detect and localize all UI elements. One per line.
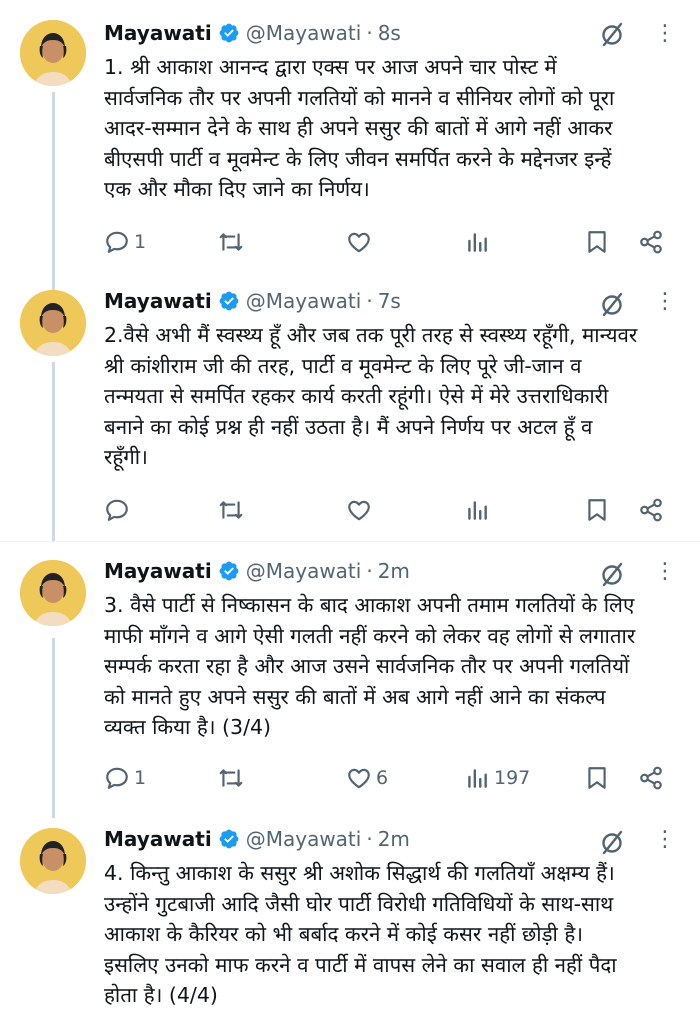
- repost-button[interactable]: [218, 494, 244, 526]
- verified-badge-icon: [218, 22, 240, 44]
- tweet-header: Mayawati @Mayawati · 2m: [104, 824, 410, 854]
- bookmark-button[interactable]: [584, 226, 610, 258]
- author-name[interactable]: Mayawati: [104, 559, 212, 583]
- tweet-text: 1. श्री आकाश आनन्द द्वारा एक्स पर आज अपन…: [104, 55, 615, 201]
- repost-icon: [218, 229, 244, 255]
- author-name[interactable]: Mayawati: [104, 289, 212, 313]
- tweet-header: Mayawati @Mayawati · 7s: [104, 286, 401, 316]
- like-count: 6: [376, 767, 389, 789]
- bookmark-button[interactable]: [584, 494, 610, 526]
- views-icon: [464, 765, 490, 791]
- author-handle[interactable]: @Mayawati: [246, 21, 362, 45]
- verified-badge-icon: [218, 290, 240, 312]
- verified-badge-icon: [218, 828, 240, 850]
- avatar[interactable]: [20, 290, 86, 356]
- timestamp[interactable]: 2m: [378, 559, 410, 583]
- share-icon: [638, 497, 664, 523]
- more-options-icon[interactable]: ⋮: [654, 558, 676, 586]
- avatar-image: [20, 828, 86, 894]
- author-handle[interactable]: @Mayawati: [246, 559, 362, 583]
- reply-button[interactable]: 1: [104, 226, 146, 258]
- repost-button[interactable]: [218, 226, 244, 258]
- bookmark-button[interactable]: [584, 762, 610, 794]
- reply-count: 1: [134, 231, 147, 253]
- separator-dot: ·: [366, 827, 373, 851]
- reply-button[interactable]: 1: [104, 762, 146, 794]
- avatar[interactable]: [20, 828, 86, 894]
- reply-icon: [104, 497, 130, 523]
- separator-dot: ·: [366, 289, 373, 313]
- like-button[interactable]: 6: [346, 762, 388, 794]
- bookmark-icon: [584, 765, 610, 791]
- grok-icon[interactable]: [598, 290, 626, 318]
- more-options-icon[interactable]: ⋮: [654, 20, 676, 48]
- more-options-icon[interactable]: ⋮: [654, 826, 676, 854]
- tweet-text: 3. वैसे पार्टी से निष्कासन के बाद आकाश अ…: [104, 593, 636, 739]
- author-name[interactable]: Mayawati: [104, 827, 212, 851]
- timestamp[interactable]: 8s: [378, 21, 401, 45]
- tweet-text: 2.वैसे अभी मैं स्वस्थ्य हूँ और जब तक पूर…: [104, 323, 638, 469]
- reply-icon: [104, 229, 130, 255]
- tweet-text: 4. किन्तु आकाश के ससुर श्री अशोक सिद्धार…: [104, 861, 617, 1007]
- reply-button[interactable]: [104, 494, 130, 526]
- reply-count: 1: [134, 767, 147, 789]
- tweet-header: Mayawati @Mayawati · 8s: [104, 18, 401, 48]
- timestamp[interactable]: 7s: [378, 289, 401, 313]
- action-bar: [104, 494, 674, 526]
- avatar-image: [20, 20, 86, 86]
- repost-icon: [218, 765, 244, 791]
- reply-icon: [104, 765, 130, 791]
- avatar[interactable]: [20, 20, 86, 86]
- views-button[interactable]: [464, 494, 490, 526]
- tweet-header: Mayawati @Mayawati · 2m: [104, 556, 410, 586]
- grok-icon[interactable]: [598, 828, 626, 856]
- like-button[interactable]: [346, 494, 372, 526]
- share-button[interactable]: [638, 494, 664, 526]
- bookmark-icon: [584, 229, 610, 255]
- grok-icon[interactable]: [598, 560, 626, 588]
- tweet[interactable]: Mayawati @Mayawati · 2m ⋮ 3. वैसे पार्टी…: [0, 544, 700, 814]
- bookmark-icon: [584, 497, 610, 523]
- views-button[interactable]: [464, 226, 490, 258]
- views-count: 197: [494, 767, 531, 789]
- avatar[interactable]: [20, 560, 86, 626]
- repost-button[interactable]: [218, 762, 244, 794]
- like-icon: [346, 497, 372, 523]
- separator-dot: ·: [366, 559, 373, 583]
- avatar-image: [20, 290, 86, 356]
- tweet[interactable]: Mayawati @Mayawati · 7s ⋮ 2.वैसे अभी मैं…: [0, 270, 700, 542]
- views-icon: [464, 229, 490, 255]
- share-icon: [638, 229, 664, 255]
- grok-icon[interactable]: [598, 20, 626, 48]
- action-bar: 1: [104, 226, 674, 258]
- timestamp[interactable]: 2m: [378, 827, 410, 851]
- share-button[interactable]: [638, 762, 664, 794]
- like-button[interactable]: [346, 226, 372, 258]
- tweet[interactable]: Mayawati @Mayawati · 2m ⋮ 4. किन्तु आकाश…: [0, 814, 700, 1024]
- share-icon: [638, 765, 664, 791]
- like-icon: [346, 229, 372, 255]
- share-button[interactable]: [638, 226, 664, 258]
- views-icon: [464, 497, 490, 523]
- separator-dot: ·: [366, 21, 373, 45]
- action-bar: 1 6 197: [104, 762, 674, 794]
- tweet[interactable]: Mayawati @Mayawati · 8s ⋮ 1. श्री आकाश आ…: [0, 0, 700, 270]
- repost-icon: [218, 497, 244, 523]
- author-handle[interactable]: @Mayawati: [246, 289, 362, 313]
- verified-badge-icon: [218, 560, 240, 582]
- avatar-image: [20, 560, 86, 626]
- author-handle[interactable]: @Mayawati: [246, 827, 362, 851]
- like-icon: [346, 765, 372, 791]
- more-options-icon[interactable]: ⋮: [654, 288, 676, 316]
- views-button[interactable]: 197: [464, 762, 530, 794]
- author-name[interactable]: Mayawati: [104, 21, 212, 45]
